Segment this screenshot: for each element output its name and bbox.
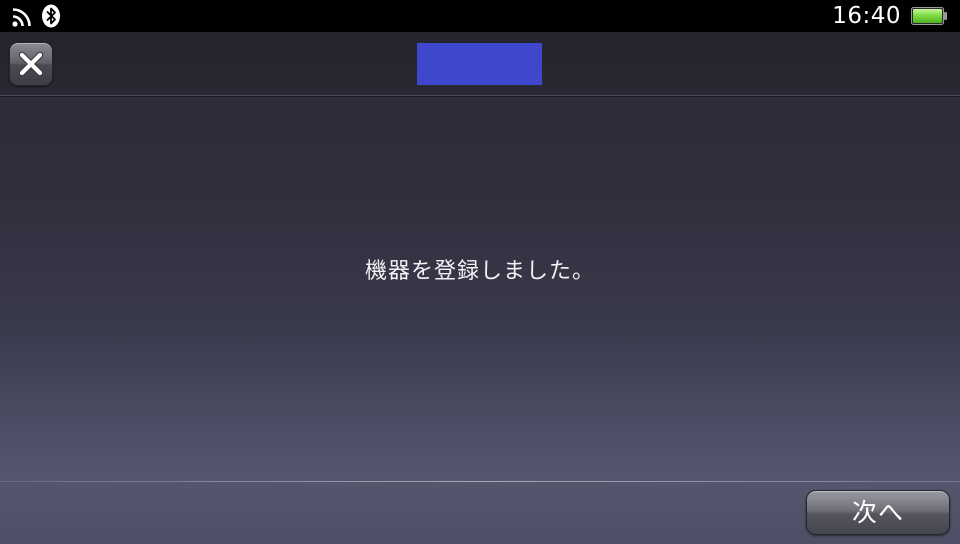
battery-icon [911, 7, 947, 25]
title-bar [0, 32, 960, 96]
close-button[interactable] [9, 42, 53, 86]
status-bar: 16:40 [0, 0, 960, 32]
footer-divider [0, 481, 960, 482]
screen: 16:40 機器を登録しました。 次へ [0, 0, 960, 544]
wifi-icon [12, 8, 31, 27]
clock: 16:40 [832, 3, 901, 29]
registration-complete-message: 機器を登録しました。 [364, 259, 595, 284]
close-icon [18, 51, 44, 77]
bluetooth-icon [42, 4, 60, 28]
next-button[interactable]: 次へ [806, 490, 950, 535]
title-placeholder-block [417, 43, 542, 85]
